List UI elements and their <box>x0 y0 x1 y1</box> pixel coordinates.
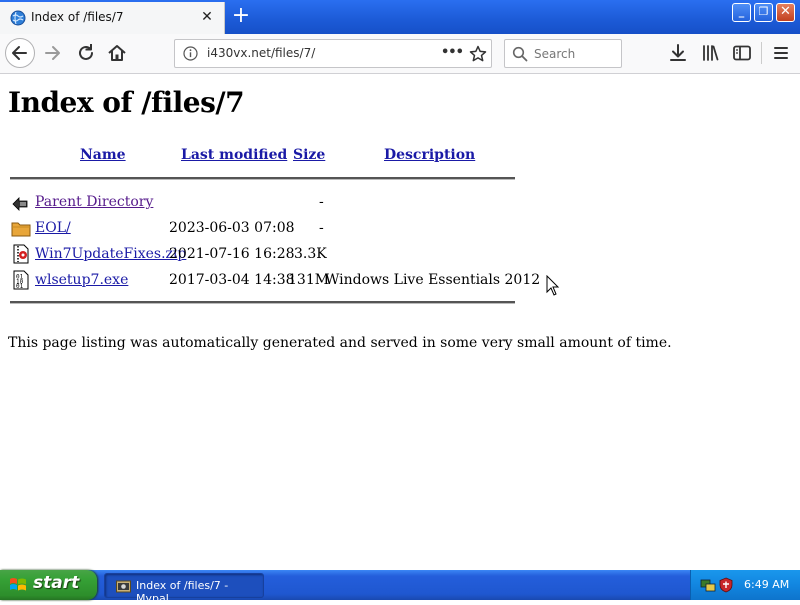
table-row: 01 10 01 wlsetup7.exe 2017-03-04 14:38 1… <box>0 270 560 296</box>
column-header-last-modified[interactable]: Last modified <box>181 147 287 163</box>
url-text[interactable]: i430vx.net/files/7/ <box>207 46 315 60</box>
maximize-button[interactable]: ❐ <box>754 3 773 22</box>
sidebar-icon[interactable] <box>731 42 753 64</box>
page-content: Index of /files/7 Name Last modified Siz… <box>0 74 800 570</box>
file-modified: 2021-07-16 16:28 <box>169 246 295 262</box>
binary-file-icon: 01 10 01 <box>13 270 29 290</box>
file-link[interactable]: Parent Directory <box>35 194 153 210</box>
search-input[interactable] <box>534 45 618 62</box>
back-arrow-icon <box>12 46 27 60</box>
file-modified: 2017-03-04 14:38 <box>169 272 295 288</box>
column-header-description[interactable]: Description <box>384 147 475 163</box>
table-row: Parent Directory - <box>0 192 560 218</box>
table-row: EOL/ 2023-06-03 07:08 - <box>0 218 560 244</box>
column-header-name[interactable]: Name <box>80 147 126 163</box>
start-label: start <box>33 573 80 593</box>
library-icon[interactable] <box>699 42 721 64</box>
forward-arrow-icon[interactable] <box>42 42 64 64</box>
divider <box>10 177 515 180</box>
back-button[interactable] <box>5 38 35 68</box>
info-icon[interactable] <box>183 46 198 61</box>
mouse-pointer-icon <box>546 275 560 296</box>
hamburger-menu-icon[interactable] <box>770 42 792 64</box>
file-link[interactable]: EOL/ <box>35 220 71 236</box>
navigation-toolbar: i430vx.net/files/7/ ••• <box>0 34 800 74</box>
file-size: 3.3K <box>294 246 327 262</box>
file-size: - <box>319 194 324 210</box>
network-tray-icon[interactable] <box>700 577 716 593</box>
close-window-button[interactable]: ✕ <box>776 3 795 22</box>
url-bar[interactable]: i430vx.net/files/7/ ••• <box>174 39 492 68</box>
tab-active[interactable]: Index of /files/7 ✕ <box>0 2 225 34</box>
tab-strip: Index of /files/7 ✕ + _ ❐ ✕ <box>0 0 800 34</box>
browser-app-icon <box>116 580 131 593</box>
table-row: Win7UpdateFixes.zip 2021-07-16 16:28 3.3… <box>0 244 560 270</box>
divider <box>10 301 515 304</box>
file-link[interactable]: wlsetup7.exe <box>35 272 128 288</box>
download-icon[interactable] <box>667 42 689 64</box>
footer-note: This page listing was automatically gene… <box>8 335 672 351</box>
folder-icon <box>11 222 31 237</box>
column-header-size[interactable]: Size <box>293 147 325 163</box>
file-size: 131M <box>288 272 330 288</box>
close-icon[interactable]: ✕ <box>199 9 215 25</box>
home-icon[interactable] <box>106 42 128 64</box>
file-modified: 2023-06-03 07:08 <box>169 220 295 236</box>
svg-text:01: 01 <box>16 283 24 290</box>
windows-flag-icon <box>10 578 26 591</box>
search-icon <box>512 46 528 62</box>
more-icon[interactable]: ••• <box>441 43 464 63</box>
file-description: Windows Live Essentials 2012 <box>325 272 541 288</box>
taskbar-item-browser[interactable]: Index of /files/7 - Mypal <box>104 573 264 605</box>
system-tray: 6:49 AM <box>690 570 800 600</box>
file-size: - <box>319 220 324 236</box>
globe-icon <box>10 10 26 26</box>
reload-icon[interactable] <box>75 42 97 64</box>
file-link[interactable]: Win7UpdateFixes.zip <box>35 246 186 262</box>
plus-icon[interactable]: + <box>228 4 254 30</box>
page-title: Index of /files/7 <box>8 86 245 119</box>
minimize-button[interactable]: _ <box>732 3 751 22</box>
search-bar[interactable] <box>504 39 622 68</box>
start-button[interactable]: start <box>0 570 97 600</box>
tab-title: Index of /files/7 <box>31 10 124 24</box>
taskbar-item-label: Index of /files/7 - Mypal <box>136 579 229 605</box>
back-folder-icon <box>12 197 28 211</box>
taskbar: start Index of /files/7 - Mypal 6:49 AM <box>0 570 800 605</box>
star-icon[interactable] <box>468 44 488 64</box>
compressed-file-icon <box>13 244 29 264</box>
security-shield-icon[interactable] <box>718 577 734 593</box>
clock: 6:49 AM <box>744 578 790 591</box>
toolbar-separator <box>761 42 762 64</box>
